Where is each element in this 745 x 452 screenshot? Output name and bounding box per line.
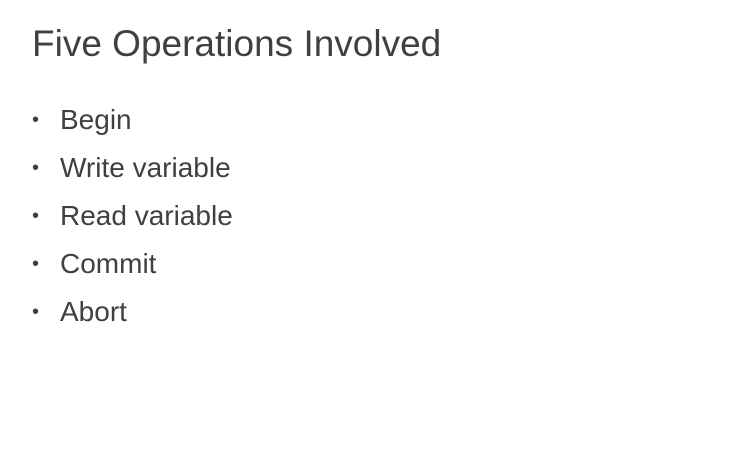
list-item: • Write variable xyxy=(32,144,233,192)
list-item: • Commit xyxy=(32,240,233,288)
list-item-label: Begin xyxy=(60,104,132,135)
list-item-label: Commit xyxy=(60,248,157,279)
list-item-label: Write variable xyxy=(60,152,231,183)
list-item-label: Read variable xyxy=(60,200,233,231)
list-item: • Abort xyxy=(32,288,233,336)
bullet-icon: • xyxy=(32,253,40,275)
bullet-icon: • xyxy=(32,205,40,227)
slide: Five Operations Involved • Begin • Write… xyxy=(0,0,745,452)
bullet-icon: • xyxy=(32,109,40,131)
list-item: • Read variable xyxy=(32,192,233,240)
bullet-icon: • xyxy=(32,157,40,179)
list-item-label: Abort xyxy=(60,296,127,327)
bullet-list: • Begin • Write variable • Read variable… xyxy=(32,96,233,336)
bullet-icon: • xyxy=(32,301,40,323)
list-item: • Begin xyxy=(32,96,233,144)
slide-title: Five Operations Involved xyxy=(32,23,442,64)
